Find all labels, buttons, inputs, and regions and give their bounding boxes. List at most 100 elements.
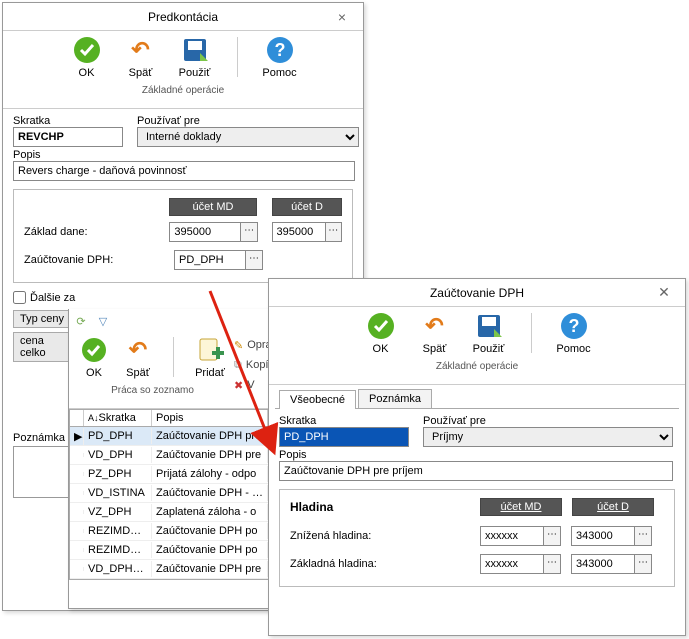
cell-popis: Zaúčtovanie DPH po xyxy=(152,523,268,539)
help-icon: ? xyxy=(559,311,589,341)
dph-lookup[interactable]: ⋯ xyxy=(245,250,263,270)
cell-skratka: REZIMDPH-P xyxy=(84,523,152,539)
window-title: Zaúčtovanie DPH xyxy=(303,286,651,300)
table-row[interactable]: VD_ISTINAZaúčtovanie DPH - sp xyxy=(70,484,268,503)
skratka-label: Skratka xyxy=(279,415,409,427)
add-icon xyxy=(195,335,225,365)
zakladna-d-input[interactable] xyxy=(571,554,635,574)
hladina-title: Hladina xyxy=(290,500,480,514)
skratka-input[interactable] xyxy=(279,427,409,447)
cell-popis: Zaúčtovanie DPH - sp xyxy=(152,485,268,501)
zaklad-md-input[interactable] xyxy=(169,222,241,242)
titlebar: Predkontácia × xyxy=(3,3,363,31)
toolbar-caption: Základné operácie xyxy=(279,361,675,372)
table-row[interactable]: REZIMDPH-OZaúčtovanie DPH po xyxy=(70,541,268,560)
znizena-md-lookup[interactable]: ⋯ xyxy=(543,526,561,546)
popis-label: Popis xyxy=(279,449,661,461)
pouzivat-select[interactable]: Interné doklady xyxy=(137,127,359,147)
window-title: Predkontácia xyxy=(37,10,329,24)
help-button[interactable]: ? Pomoc xyxy=(260,35,300,79)
ok-icon xyxy=(366,311,396,341)
list-copy-button[interactable]: ⧉Kopí xyxy=(234,355,272,375)
popis-input[interactable] xyxy=(279,461,673,481)
typ-ceny-label: Typ ceny xyxy=(13,310,73,328)
cell-skratka: VD_ISTINA xyxy=(84,485,152,501)
table-row[interactable]: PZ_DPHPrijatá zálohy - odpo xyxy=(70,465,268,484)
filter-icon[interactable]: ▽ xyxy=(95,313,111,329)
dph-label: Zaúčtovanie DPH: xyxy=(24,254,174,266)
pouzivat-label: Používať pre xyxy=(423,415,673,427)
ok-icon xyxy=(79,335,109,365)
hdr-ucet-md: účet MD xyxy=(169,198,256,216)
hdr-ucet-d: účet D xyxy=(272,198,342,216)
ok-icon xyxy=(72,35,102,65)
table-row[interactable]: VD_DPHZaúčtovanie DPH pre xyxy=(70,446,268,465)
znizena-label: Znížená hladina: xyxy=(290,530,480,542)
use-button[interactable]: Použiť xyxy=(469,311,509,355)
pouzivat-select[interactable]: Príjmy xyxy=(423,427,673,447)
poznamka-box[interactable] xyxy=(13,446,69,498)
help-button[interactable]: ? Pomoc xyxy=(554,311,594,355)
save-icon xyxy=(180,35,210,65)
edit-icon: ✎ xyxy=(234,339,243,352)
table-row[interactable]: VZ_DPHZaplatená záloha - o xyxy=(70,503,268,522)
list-edit-button[interactable]: ✎Opra xyxy=(234,335,272,355)
accounts-section: účet MD účet D Základ dane: ⋯ ⋯ Zaúčtova… xyxy=(13,189,353,283)
ok-button[interactable]: OK xyxy=(67,35,107,79)
poznamka-label: Poznámka xyxy=(13,432,65,444)
back-button[interactable]: ↶ Späť xyxy=(121,35,161,79)
back-button[interactable]: ↶ Späť xyxy=(415,311,455,355)
pouzivat-label: Používať pre xyxy=(137,115,359,127)
save-icon xyxy=(474,311,504,341)
cell-popis: Zaúčtovanie DPH pre xyxy=(152,428,268,444)
popis-label: Popis xyxy=(13,149,339,161)
znizena-md-input[interactable] xyxy=(480,526,544,546)
znizena-d-lookup[interactable]: ⋯ xyxy=(634,526,652,546)
table-row[interactable]: VD_DPH_ZAPZaúčtovanie DPH pre xyxy=(70,560,268,579)
list-grid: A↓Skratka Popis ▶PD_DPHZaúčtovanie DPH p… xyxy=(69,409,269,580)
list-ok-button[interactable]: OK xyxy=(77,335,111,379)
delete-icon: ✖ xyxy=(234,379,243,392)
close-icon[interactable]: × xyxy=(329,9,355,25)
skratka-input[interactable] xyxy=(13,127,123,147)
use-button[interactable]: Použiť xyxy=(175,35,215,79)
row-marker-hdr[interactable] xyxy=(70,410,84,426)
zakladna-md-input[interactable] xyxy=(480,554,544,574)
zaklad-d-input[interactable] xyxy=(272,222,326,242)
list-add-button[interactable]: Pridať xyxy=(192,335,228,379)
cell-popis: Zaúčtovanie DPH po xyxy=(152,542,268,558)
dalsie-checkbox[interactable] xyxy=(13,291,26,304)
cena-button[interactable]: cena celko xyxy=(13,332,73,362)
copy-icon: ⧉ xyxy=(234,359,242,372)
cell-popis: Zaplatená záloha - o xyxy=(152,504,268,520)
ok-button[interactable]: OK xyxy=(361,311,401,355)
zaklad-d-lookup[interactable]: ⋯ xyxy=(325,222,343,242)
table-row[interactable]: REZIMDPH-PZaúčtovanie DPH po xyxy=(70,522,268,541)
tab-general[interactable]: Všeobecné xyxy=(279,390,356,409)
list-toolbar-caption: Práca so zoznamo xyxy=(77,385,228,396)
toolbar: OK ↶ Späť Použiť ? Pomoc Základné operác… xyxy=(3,31,363,109)
cell-skratka: PD_DPH xyxy=(84,428,152,444)
refresh-icon[interactable]: ⟳ xyxy=(73,313,89,329)
list-back-button[interactable]: ↶ Späť xyxy=(121,335,155,379)
svg-text:?: ? xyxy=(568,316,579,336)
popis-input[interactable] xyxy=(13,161,355,181)
tab-note[interactable]: Poznámka xyxy=(358,389,432,408)
hdr-popis[interactable]: Popis xyxy=(152,410,268,426)
close-icon[interactable]: ✕ xyxy=(651,284,677,301)
skratka-label: Skratka xyxy=(13,115,123,127)
cell-skratka: VZ_DPH xyxy=(84,504,152,520)
zakladna-md-lookup[interactable]: ⋯ xyxy=(543,554,561,574)
zaklad-md-lookup[interactable]: ⋯ xyxy=(240,222,258,242)
hdr-ucet-md: účet MD xyxy=(480,498,562,516)
dph-input[interactable] xyxy=(174,250,246,270)
svg-text:?: ? xyxy=(274,40,285,60)
titlebar: Zaúčtovanie DPH ✕ xyxy=(269,279,685,307)
table-row[interactable]: ▶PD_DPHZaúčtovanie DPH pre xyxy=(70,427,268,446)
zakladna-d-lookup[interactable]: ⋯ xyxy=(634,554,652,574)
znizena-d-input[interactable] xyxy=(571,526,635,546)
hdr-skratka[interactable]: A↓Skratka xyxy=(84,410,152,426)
cell-popis: Zaúčtovanie DPH pre xyxy=(152,561,268,577)
cell-popis: Prijatá zálohy - odpo xyxy=(152,466,268,482)
list-delete-button[interactable]: ✖V xyxy=(234,375,272,395)
